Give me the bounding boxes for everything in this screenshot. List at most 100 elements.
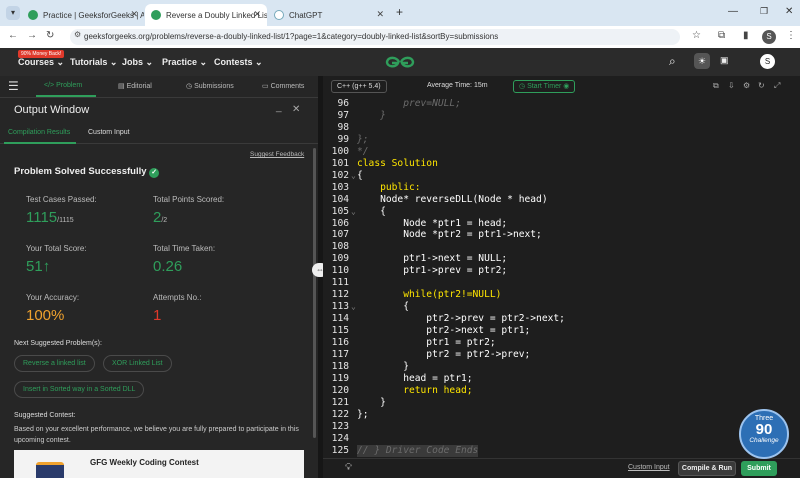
reset-icon[interactable]: ↻ [758, 81, 765, 90]
code-line[interactable]: 98 [323, 122, 800, 134]
code-line[interactable]: 97 } [323, 110, 800, 122]
contest-card[interactable]: GFG Weekly Coding Contest [14, 450, 304, 478]
time-taken-value: 0.26 [153, 258, 183, 275]
new-tab-button[interactable]: + [396, 5, 403, 19]
code-line[interactable]: 106 Node *ptr1 = head; [323, 218, 800, 230]
line-number: 111 [331, 277, 349, 289]
restore-window-icon[interactable]: ❐ [760, 6, 768, 17]
url-field[interactable]: geeksforgeeks.org/problems/reverse-a-dou… [70, 29, 680, 45]
code-line[interactable]: 100 */ [323, 146, 800, 158]
submit-label: Submit [747, 465, 771, 472]
code-line[interactable]: 96 prev=NULL; [323, 98, 800, 110]
settings-gear-icon[interactable]: ⚙ [743, 81, 750, 90]
code-line[interactable]: 123 [323, 421, 800, 433]
next-problem-chip[interactable]: XOR Linked List [103, 355, 172, 372]
browser-tab-practice[interactable]: Practice | GeeksforGeeks | A co ✕ [22, 4, 144, 26]
download-icon[interactable]: ⇩ [728, 81, 735, 90]
notifications-icon[interactable]: ▣ [720, 55, 729, 66]
line-code: } [357, 360, 409, 372]
code-line[interactable]: 113 ⌄ { [323, 301, 800, 313]
close-icon[interactable]: ✕ [253, 9, 261, 20]
theme-toggle-icon[interactable]: ☀ [694, 53, 710, 69]
nav-contests[interactable]: Contests ⌄ [214, 57, 263, 68]
close-icon[interactable]: ✕ [130, 9, 138, 20]
code-line[interactable]: 125 // } Driver Code Ends [323, 444, 800, 457]
code-line[interactable]: 114 ptr2->prev = ptr2->next; [323, 313, 800, 325]
close-window-icon[interactable]: ✕ [785, 6, 793, 17]
code-line[interactable]: 102 ⌄{ [323, 170, 800, 182]
forward-arrow-icon[interactable]: → [27, 30, 37, 41]
copy-icon[interactable]: ⧉ [713, 81, 719, 91]
code-line[interactable]: 109 ptr1->next = NULL; [323, 253, 800, 265]
code-line[interactable]: 118 } [323, 361, 800, 373]
close-output-icon[interactable]: ✕ [292, 104, 300, 115]
line-code: ptr2 = ptr2->prev; [357, 348, 531, 360]
code-line[interactable]: 104 Node* reverseDLL(Node * head) [323, 194, 800, 206]
bulb-hint-icon[interactable]: 💡︎ [345, 462, 352, 473]
sidepanel-icon[interactable]: ▮ [743, 30, 749, 41]
code-editor[interactable]: 96 prev=NULL; 97 } 98 99}; 100 */101 class Sol… [323, 98, 800, 458]
average-time: Average Time: 15m [427, 82, 488, 89]
tab-compilation-results[interactable]: Compilation Results [8, 129, 70, 136]
minimize-output-icon[interactable]: _ [276, 102, 282, 113]
back-arrow-icon[interactable]: ← [8, 30, 18, 41]
output-scrollbar[interactable] [313, 148, 316, 438]
submit-button[interactable]: Submit [741, 461, 777, 476]
profile-avatar[interactable]: S [762, 30, 776, 44]
code-line[interactable]: 110 ptr1->prev = ptr2; [323, 265, 800, 277]
site-info-icon[interactable]: ⚙ [74, 30, 81, 39]
code-line[interactable]: 99}; [323, 134, 800, 146]
nav-courses[interactable]: Courses ⌄ [18, 57, 64, 68]
suggest-feedback-link[interactable]: Suggest Feedback [250, 151, 304, 158]
tab-editorial[interactable]: ▤ Editorial [118, 82, 152, 90]
compile-run-button[interactable]: Compile & Run [678, 461, 736, 476]
tab-submissions[interactable]: ◷ Submissions [186, 82, 234, 90]
custom-input-link[interactable]: Custom Input [628, 464, 670, 471]
nav-practice[interactable]: Practice ⌄ [162, 57, 207, 68]
code-line[interactable]: 116 ptr1 = ptr2; [323, 337, 800, 349]
close-icon[interactable]: ✕ [376, 9, 384, 20]
gfg-logo-icon[interactable] [384, 54, 416, 70]
tab-search-button[interactable]: ▾ [6, 6, 20, 20]
code-line[interactable]: 124 [323, 433, 800, 445]
nav-jobs[interactable]: Jobs ⌄ [122, 57, 153, 68]
hamburger-menu-icon[interactable]: ☰ [8, 79, 19, 93]
code-line[interactable]: 108 [323, 241, 800, 253]
challenge-badge[interactable]: Three 90 Challenge [739, 409, 789, 459]
browser-tab-reverse-dll[interactable]: Reverse a Doubly Linked List | I ✕ [145, 4, 267, 26]
code-line[interactable]: 101 class Solution [323, 158, 800, 170]
tab-comments[interactable]: ▭ Comments [262, 82, 304, 90]
fold-chevron-icon[interactable]: ⌄ [351, 301, 356, 313]
more-options-icon[interactable]: ⋮ [786, 30, 796, 41]
start-timer-button[interactable]: ◷ Start Timer ◉ [513, 80, 576, 93]
tab-custom-input[interactable]: Custom Input [88, 129, 130, 136]
code-line[interactable]: 120 return head; [323, 385, 800, 397]
code-line[interactable]: 112 while(ptr2!=NULL) [323, 289, 800, 301]
code-line[interactable]: 107 Node *ptr2 = ptr1->next; [323, 229, 800, 241]
accuracy-label: Your Accuracy: [26, 293, 80, 302]
nav-tutorials[interactable]: Tutorials ⌄ [70, 57, 117, 68]
next-problem-chip[interactable]: Reverse a linked list [14, 355, 95, 372]
search-icon[interactable]: ⌕ [669, 54, 676, 69]
minimize-window-icon[interactable]: — [728, 6, 738, 17]
user-avatar[interactable]: S [760, 54, 775, 69]
browser-tab-chatgpt[interactable]: ChatGPT ✕ [268, 4, 390, 26]
language-select[interactable]: C++ (g++ 5.4) [331, 80, 387, 93]
code-line[interactable]: 119 head = ptr1; [323, 373, 800, 385]
code-line[interactable]: 121 } [323, 397, 800, 409]
bookmark-star-icon[interactable]: ☆ [692, 30, 701, 41]
fold-chevron-icon[interactable]: ⌄ [351, 170, 356, 182]
reload-icon[interactable]: ↻ [46, 30, 54, 41]
next-problem-chip[interactable]: Insert in Sorted way in a Sorted DLL [14, 381, 145, 398]
fold-chevron-icon[interactable]: ⌄ [351, 206, 356, 218]
extensions-icon[interactable]: ⧉ [718, 30, 725, 41]
fullscreen-icon[interactable]: ⤢ [774, 81, 780, 91]
code-line[interactable]: 111 [323, 277, 800, 289]
code-line[interactable]: 117 ptr2 = ptr2->prev; [323, 349, 800, 361]
code-line[interactable]: 103 public: [323, 182, 800, 194]
line-number: 123 [331, 420, 349, 432]
code-line[interactable]: 122}; [323, 409, 800, 421]
code-line[interactable]: 105 ⌄ { [323, 206, 800, 218]
code-line[interactable]: 115 ptr2->next = ptr1; [323, 325, 800, 337]
tab-problem[interactable]: </> Problem [44, 82, 82, 89]
